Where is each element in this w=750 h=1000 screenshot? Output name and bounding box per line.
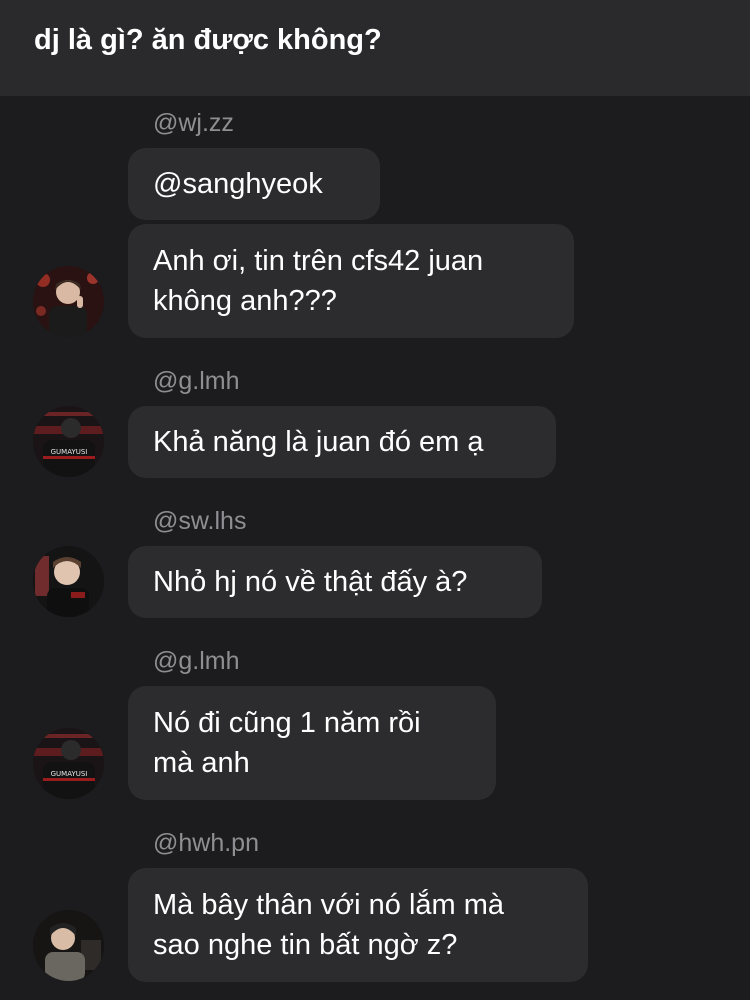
- message-bubble[interactable]: @sanghyeok: [128, 148, 380, 220]
- avatar-photo-icon: [33, 910, 104, 981]
- avatar[interactable]: [33, 266, 104, 337]
- avatar-photo-icon: GUMAYUSI: [33, 728, 104, 799]
- avatar[interactable]: [33, 910, 104, 981]
- sender-name[interactable]: @g.lmh: [153, 366, 240, 396]
- chat-header: dj là gì? ăn được không?: [0, 0, 750, 96]
- jersey-text: GUMAYUSI: [51, 448, 88, 456]
- avatar[interactable]: GUMAYUSI: [33, 406, 104, 477]
- chat-title: dj là gì? ăn được không?: [34, 24, 382, 56]
- sender-name[interactable]: @hwh.pn: [153, 828, 259, 858]
- message-bubble[interactable]: Mà bây thân với nó lắm mà sao nghe tin b…: [128, 868, 588, 982]
- jersey-text: GUMAYUSI: [51, 770, 88, 778]
- avatar-photo-icon: [33, 266, 104, 337]
- message-bubble[interactable]: Anh ơi, tin trên cfs42 juan không anh???: [128, 224, 574, 338]
- sender-name[interactable]: @wj.zz: [153, 108, 234, 138]
- sender-name[interactable]: @sw.lhs: [153, 506, 246, 536]
- avatar-photo-icon: [33, 546, 104, 617]
- message-thread[interactable]: @wj.zz @sanghyeok Anh ơi, tin trên cfs42…: [0, 96, 750, 1000]
- message-bubble[interactable]: Nhỏ hj nó về thật đấy à?: [128, 546, 542, 618]
- avatar[interactable]: GUMAYUSI: [33, 728, 104, 799]
- avatar-photo-icon: GUMAYUSI: [33, 406, 104, 477]
- sender-name[interactable]: @g.lmh: [153, 646, 240, 676]
- message-bubble[interactable]: Khả năng là juan đó em ạ: [128, 406, 556, 478]
- message-bubble[interactable]: Nó đi cũng 1 năm rồi mà anh: [128, 686, 496, 800]
- avatar[interactable]: [33, 546, 104, 617]
